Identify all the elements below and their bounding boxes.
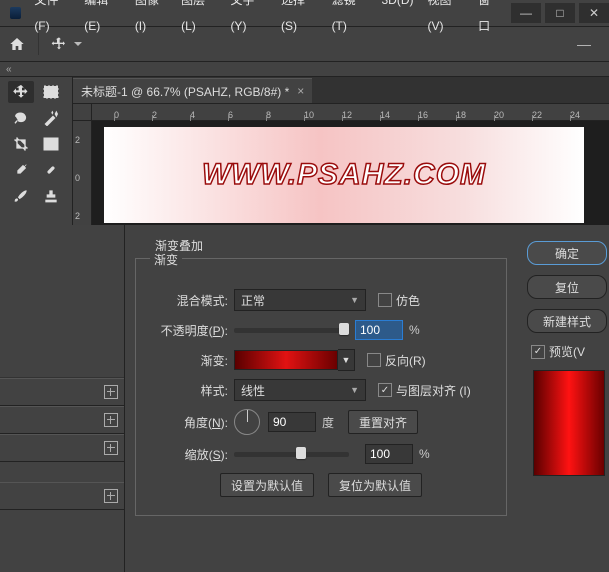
preview-swatch: [533, 370, 605, 476]
eyedropper-tool[interactable]: [8, 159, 34, 181]
reverse-checkbox[interactable]: [367, 353, 381, 367]
plus-icon[interactable]: [104, 413, 118, 427]
gradient-preview[interactable]: [234, 350, 338, 370]
angle-label: 角度(N):: [148, 414, 228, 431]
plus-icon[interactable]: [104, 489, 118, 503]
new-style-button[interactable]: 新建样式: [527, 309, 607, 333]
menu-filter[interactable]: 滤镜(T): [325, 0, 375, 39]
menu-3d[interactable]: 3D(D): [375, 0, 421, 39]
fieldset-legend: 渐变: [150, 251, 182, 268]
move-tool[interactable]: [8, 81, 34, 103]
ruler-horizontal: 0 2 4 6 8 10 12 14 16 18 20 22 24: [92, 103, 609, 121]
align-checkbox[interactable]: ✓: [378, 383, 392, 397]
style-label: 样式:: [148, 382, 228, 399]
ruler-vertical: 2 0 2: [73, 121, 92, 225]
document-tab-title: 未标题-1 @ 66.7% (PSAHZ, RGB/8#) *: [81, 83, 289, 100]
menu-layer[interactable]: 图层(L): [174, 0, 223, 39]
chevron-down-icon: ▼: [350, 385, 359, 395]
reset-default-button[interactable]: 复位为默认值: [328, 473, 422, 497]
style-select[interactable]: 线性▼: [234, 379, 366, 401]
artwork: WWW.PSAHZ.COM: [104, 127, 584, 223]
angle-input[interactable]: 90: [268, 412, 316, 432]
crop-tool[interactable]: [8, 133, 34, 155]
menubar: 文件(F) 编辑(E) 图像(I) 图层(L) 文字(Y) 选择(S) 滤镜(T…: [0, 0, 609, 27]
preview-checkbox[interactable]: ✓: [531, 345, 545, 359]
dither-label: 仿色: [396, 292, 420, 309]
chevron-down-icon: ▼: [350, 295, 359, 305]
move-tool-icon[interactable]: [51, 36, 67, 52]
set-default-button[interactable]: 设置为默认值: [220, 473, 314, 497]
angle-dial[interactable]: [234, 409, 260, 435]
menu-view[interactable]: 视图(V): [421, 0, 472, 39]
magic-wand-tool[interactable]: [38, 107, 64, 129]
ruler-corner: [73, 103, 92, 121]
blend-mode-label: 混合模式:: [148, 292, 228, 309]
blend-mode-select[interactable]: 正常▼: [234, 289, 366, 311]
stamp-tool[interactable]: [38, 185, 64, 207]
dither-checkbox[interactable]: [378, 293, 392, 307]
list-row[interactable]: [0, 378, 124, 406]
scale-label: 缩放(S):: [148, 446, 228, 463]
opacity-label: 不透明度(P):: [148, 322, 228, 339]
menu-image[interactable]: 图像(I): [128, 0, 174, 39]
window-minimize[interactable]: —: [511, 3, 541, 23]
reset-button[interactable]: 复位: [527, 275, 607, 299]
list-row[interactable]: [0, 434, 124, 462]
scale-input[interactable]: 100: [365, 444, 413, 464]
align-label: 与图层对齐 (I): [396, 382, 471, 399]
opacity-slider[interactable]: [234, 328, 349, 333]
scale-slider[interactable]: [234, 452, 349, 457]
styles-list-panel: [0, 225, 125, 572]
opacity-input[interactable]: 100: [355, 320, 403, 340]
gradient-label: 渐变:: [148, 352, 228, 369]
menu-type[interactable]: 文字(Y): [223, 0, 274, 39]
list-row[interactable]: [0, 482, 124, 510]
list-row[interactable]: [0, 406, 124, 434]
ok-button[interactable]: 确定: [527, 241, 607, 265]
close-tab-icon[interactable]: ×: [297, 84, 304, 98]
gradient-fieldset: 渐变 混合模式: 正常▼ 仿色 不透明度(P): 100 %: [135, 258, 507, 516]
plus-icon[interactable]: [104, 385, 118, 399]
plus-icon[interactable]: [104, 441, 118, 455]
menu-file[interactable]: 文件(F): [27, 0, 77, 39]
gradient-dropdown[interactable]: ▼: [338, 349, 355, 371]
menu-select[interactable]: 选择(S): [274, 0, 325, 39]
home-icon[interactable]: [8, 36, 26, 52]
menu-edit[interactable]: 编辑(E): [77, 0, 128, 39]
marquee-tool[interactable]: [38, 81, 64, 103]
brush-tool[interactable]: [8, 185, 34, 207]
app-icon: [10, 7, 21, 19]
opt-minimize[interactable]: —: [577, 36, 591, 52]
reverse-label: 反向(R): [385, 352, 426, 369]
frame-tool[interactable]: [38, 133, 64, 155]
lasso-tool[interactable]: [8, 107, 34, 129]
reset-align-button[interactable]: 重置对齐: [348, 410, 418, 434]
window-close[interactable]: ✕: [579, 3, 609, 23]
preview-label: 预览(V: [549, 343, 585, 360]
collapse-panels[interactable]: «: [0, 62, 609, 77]
document-tab[interactable]: 未标题-1 @ 66.7% (PSAHZ, RGB/8#) * ×: [73, 78, 312, 103]
dialog-section-title: 渐变叠加: [155, 237, 507, 254]
window-maximize[interactable]: □: [545, 3, 575, 23]
canvas-text: WWW.PSAHZ.COM: [202, 158, 486, 192]
dropdown-icon[interactable]: [73, 39, 83, 49]
toolbox: [0, 77, 73, 225]
canvas[interactable]: WWW.PSAHZ.COM: [92, 121, 609, 225]
menu-window[interactable]: 窗口: [471, 0, 507, 39]
healing-tool[interactable]: [38, 159, 64, 181]
